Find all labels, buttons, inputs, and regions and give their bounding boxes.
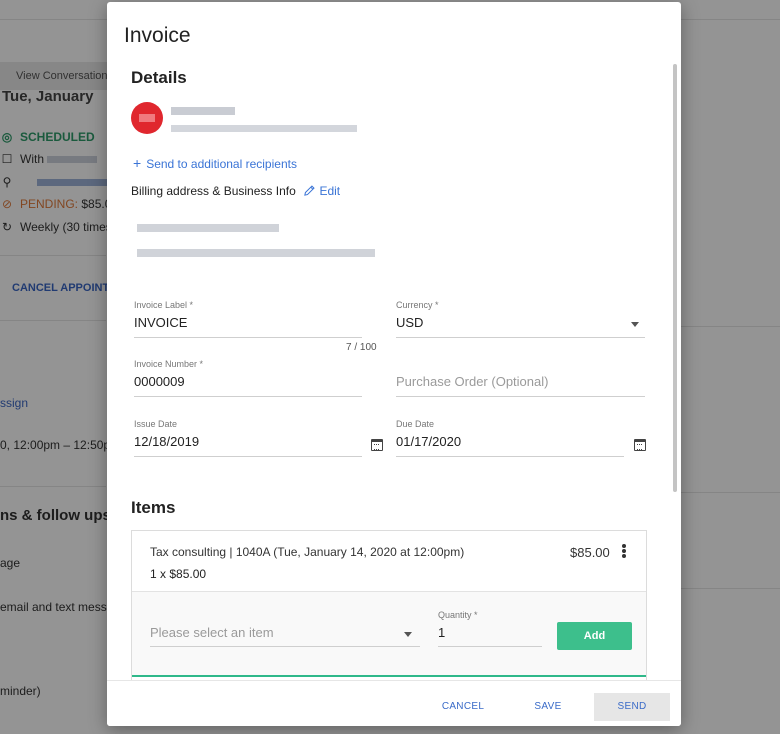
invoice-label-value: INVOICE xyxy=(134,315,188,330)
billing-address-line xyxy=(137,224,279,232)
invoice-number-value: 0000009 xyxy=(134,374,185,389)
invoice-number-label: Invoice Number * xyxy=(134,359,204,369)
billing-label: Billing address & Business Info xyxy=(131,184,296,198)
underline xyxy=(396,337,645,338)
invoice-number-field[interactable]: Invoice Number * 0000009 xyxy=(134,359,362,399)
edit-billing-link[interactable]: Edit xyxy=(303,184,340,198)
purchase-order-placeholder: Purchase Order (Optional) xyxy=(396,374,549,389)
underline xyxy=(396,396,645,397)
chevron-down-icon xyxy=(404,632,412,637)
chevron-down-icon xyxy=(631,322,639,327)
scrollbar[interactable] xyxy=(673,64,677,492)
billing-info: Billing address & Business Info Edit xyxy=(131,184,340,198)
quantity-label: Quantity * xyxy=(438,610,478,620)
item-price: $85.00 xyxy=(570,545,610,560)
underline xyxy=(150,646,420,647)
due-date-value: 01/17/2020 xyxy=(396,434,462,449)
item-select-placeholder: Please select an item xyxy=(150,625,274,640)
add-item-row: . Please select an item Quantity * 1 Add xyxy=(132,592,646,676)
billing-address-line xyxy=(137,249,375,257)
issue-date-value: 12/18/2019 xyxy=(134,434,200,449)
purchase-order-field[interactable]: . Purchase Order (Optional) xyxy=(396,359,645,399)
issue-date-field[interactable]: Issue Date 12/18/2019 xyxy=(134,419,362,459)
add-recipients-link[interactable]: + Send to additional recipients xyxy=(133,155,297,171)
calendar-icon[interactable] xyxy=(371,439,383,451)
active-underline xyxy=(132,675,646,677)
quantity-value: 1 xyxy=(438,625,446,640)
char-counter: 7 / 100 xyxy=(346,342,377,353)
calendar-icon[interactable] xyxy=(634,439,646,451)
underline xyxy=(438,646,542,647)
details-heading: Details xyxy=(131,68,187,87)
due-date-field[interactable]: Due Date 01/17/2020 xyxy=(396,419,624,459)
due-date-label: Due Date xyxy=(396,419,435,429)
recipient-name xyxy=(171,107,235,115)
quantity-field[interactable]: Quantity * 1 xyxy=(438,610,542,648)
plus-icon: + xyxy=(133,155,142,171)
save-button[interactable]: SAVE xyxy=(523,693,573,721)
modal-title: Invoice xyxy=(124,24,191,47)
add-item-button[interactable]: Add xyxy=(557,622,632,650)
more-vertical-icon[interactable] xyxy=(622,544,628,558)
avatar xyxy=(131,102,163,134)
invoice-label-field[interactable]: Invoice Label * INVOICE xyxy=(134,300,362,340)
currency-label: Currency * xyxy=(396,300,439,310)
underline xyxy=(134,337,362,338)
items-heading: Items xyxy=(131,498,176,517)
currency-value: USD xyxy=(396,315,424,330)
underline xyxy=(134,456,362,457)
recipient-email xyxy=(171,125,357,132)
currency-select[interactable]: Currency * USD xyxy=(396,300,645,340)
item-select[interactable]: . Please select an item xyxy=(150,610,420,648)
underline xyxy=(396,456,624,457)
item-quantity: 1 x $85.00 xyxy=(150,567,207,581)
send-button[interactable]: SEND xyxy=(594,693,670,721)
modal-footer: CANCEL SAVE SEND xyxy=(107,680,681,726)
invoice-modal: Invoice Details + Send to additional reci… xyxy=(107,2,681,726)
cancel-button[interactable]: CANCEL xyxy=(427,693,499,721)
issue-date-label: Issue Date xyxy=(134,419,178,429)
underline xyxy=(134,396,362,397)
item-description: Tax consulting | 1040A (Tue, January 14,… xyxy=(150,545,465,559)
pencil-icon xyxy=(304,185,315,196)
add-recipients-label: Send to additional recipients xyxy=(146,157,297,171)
edit-label: Edit xyxy=(319,184,341,198)
invoice-label-label: Invoice Label * xyxy=(134,300,194,310)
